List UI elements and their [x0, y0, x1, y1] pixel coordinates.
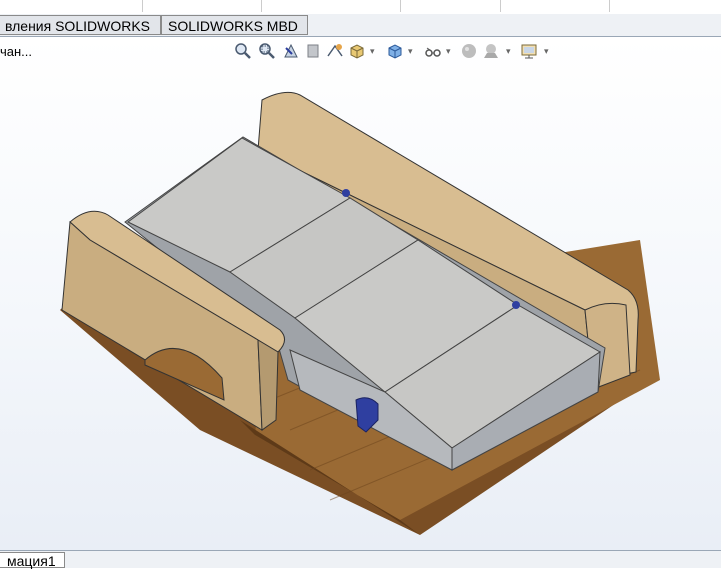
sofa-bed-3d-model[interactable] [0, 37, 721, 550]
bottom-tab-bar: мация1 [0, 550, 721, 569]
top-strip [0, 0, 721, 14]
tab-animation[interactable]: мация1 [0, 552, 65, 569]
command-manager-tabs: вления SOLIDWORKS SOLIDWORKS MBD [0, 14, 721, 37]
tab-solidworks-addins[interactable]: вления SOLIDWORKS [0, 15, 161, 35]
tab-solidworks-mbd[interactable]: SOLIDWORKS MBD [161, 15, 308, 35]
